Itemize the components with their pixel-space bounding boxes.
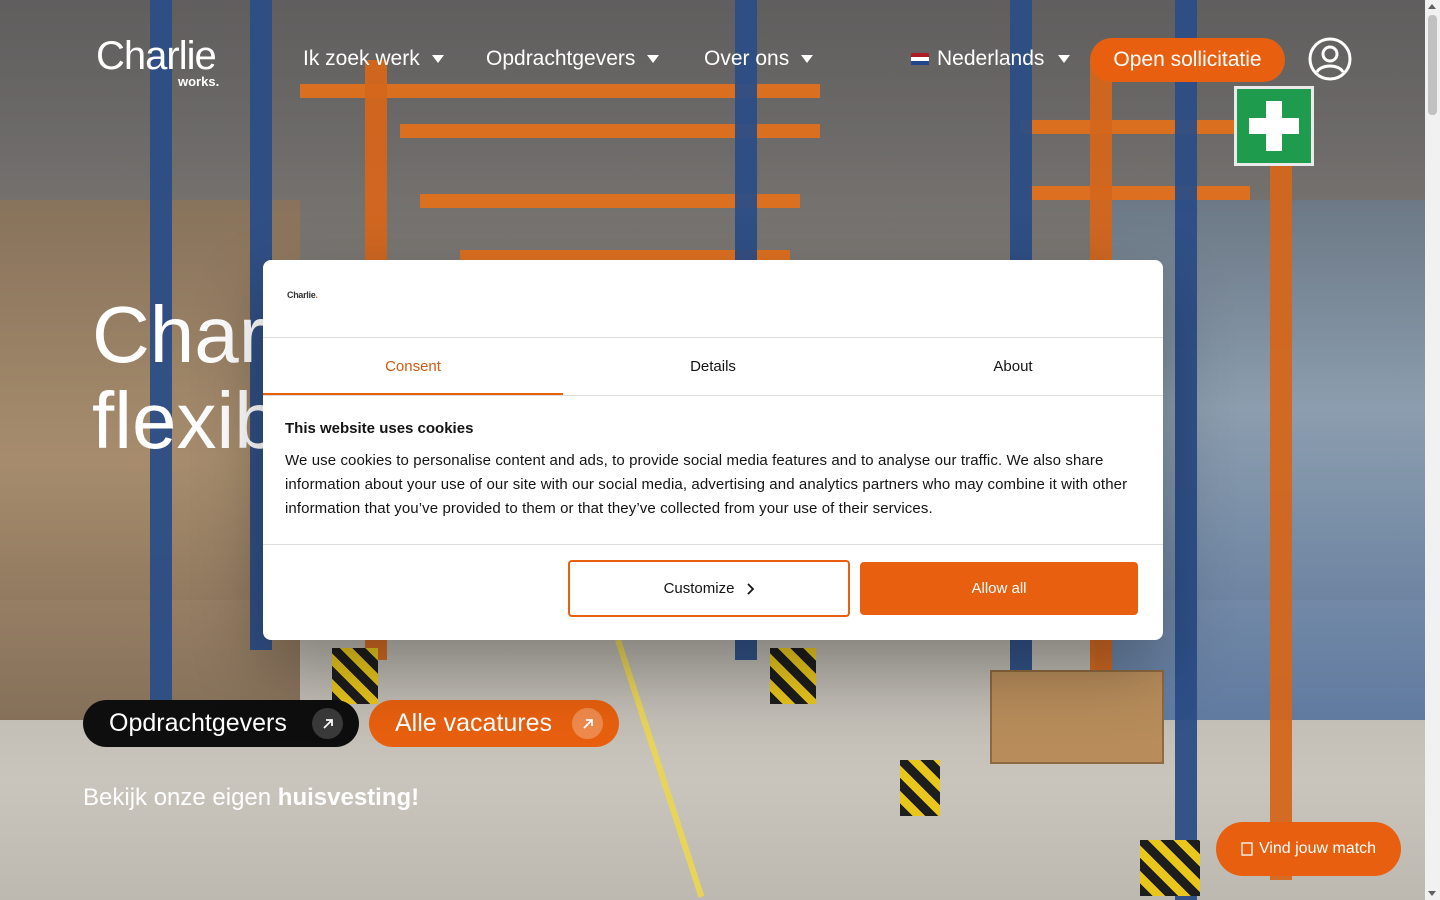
logo-sub: works.	[178, 74, 220, 89]
scrollbar-thumb[interactable]	[1428, 15, 1437, 115]
hazard-stripe	[332, 648, 378, 704]
hazard-stripe	[900, 760, 940, 816]
scroll-up-arrow-icon[interactable]	[1428, 4, 1436, 9]
housing-link-bold: huisvesting!	[277, 784, 420, 811]
nav-item-ik-zoek-werk[interactable]: Ik zoek werk	[303, 44, 444, 74]
nav-item-opdrachtgevers[interactable]: Opdrachtgevers	[486, 44, 660, 74]
cookie-description: We use cookies to personalise content an…	[285, 452, 1128, 517]
carton-boxes	[990, 670, 1164, 764]
arrow-up-right-icon	[572, 708, 603, 739]
nav-item-label: Ik zoek werk	[303, 47, 420, 70]
caret-down-icon	[801, 55, 814, 63]
opdrachtgevers-button-label: Opdrachtgevers	[109, 709, 287, 737]
nav-item-label: Over ons	[704, 47, 790, 70]
rack-post	[1270, 120, 1292, 880]
charlie-works-logo[interactable]: Charlie works.	[96, 34, 219, 89]
page-scrollbar[interactable]	[1425, 0, 1440, 900]
dutch-flag-icon	[911, 53, 929, 65]
tab-consent[interactable]: Consent	[263, 338, 563, 396]
opdrachtgevers-button[interactable]: Opdrachtgevers	[83, 700, 359, 747]
alle-vacatures-button-label: Alle vacatures	[395, 709, 553, 737]
rack-post	[1175, 0, 1197, 900]
cookie-consent-dialog: Charlie. Consent Details About This webs…	[263, 260, 1163, 640]
customize-button[interactable]: Customize	[568, 560, 850, 617]
chevron-right-icon	[747, 582, 755, 595]
customize-button-label: Customize	[663, 580, 735, 597]
caret-down-icon	[1058, 55, 1071, 63]
document-icon	[1241, 842, 1253, 856]
allow-all-button[interactable]: Allow all	[860, 562, 1138, 615]
tab-label: Consent	[385, 358, 441, 375]
divider	[263, 544, 1163, 545]
tab-details[interactable]: Details	[563, 338, 863, 395]
rack-beam	[400, 124, 820, 138]
rack-beam	[1020, 120, 1250, 134]
rack-beam	[1030, 186, 1250, 200]
dialog-charlie-logo: Charlie.	[287, 290, 318, 300]
nav-item-over-ons[interactable]: Over ons	[704, 44, 814, 74]
hazard-stripe	[770, 648, 816, 704]
logo-name: Charlie	[96, 34, 217, 78]
site-header: Charlie works. Ik zoek werk Opdrachtgeve…	[0, 0, 1425, 120]
language-selector[interactable]: Nederlands	[911, 44, 1071, 74]
alle-vacatures-button[interactable]: Alle vacatures	[369, 700, 619, 747]
user-circle-icon	[1308, 37, 1352, 81]
tab-label: Details	[690, 358, 736, 375]
scroll-down-arrow-icon[interactable]	[1428, 891, 1436, 896]
housing-link[interactable]: Bekijk onze eigen huisvesting!	[83, 784, 419, 812]
nav-item-label: Opdrachtgevers	[486, 47, 636, 70]
caret-down-icon	[647, 55, 660, 63]
divider	[263, 395, 1163, 396]
caret-down-icon	[431, 55, 444, 63]
tab-label: About	[993, 358, 1033, 375]
arrow-up-right-icon	[312, 708, 343, 739]
language-label: Nederlands	[937, 47, 1045, 70]
vind-jouw-match-label: Vind jouw match	[1258, 840, 1377, 857]
housing-link-prefix: Bekijk onze eigen	[83, 784, 278, 811]
tab-about[interactable]: About	[863, 338, 1163, 395]
vind-jouw-match-button[interactable]: Vind jouw match	[1216, 822, 1401, 876]
hazard-stripe	[1140, 840, 1200, 896]
open-sollicitatie-button[interactable]: Open sollicitatie	[1090, 38, 1285, 82]
user-account-button[interactable]	[1308, 37, 1352, 81]
cookie-heading: This website uses cookies	[285, 420, 474, 437]
